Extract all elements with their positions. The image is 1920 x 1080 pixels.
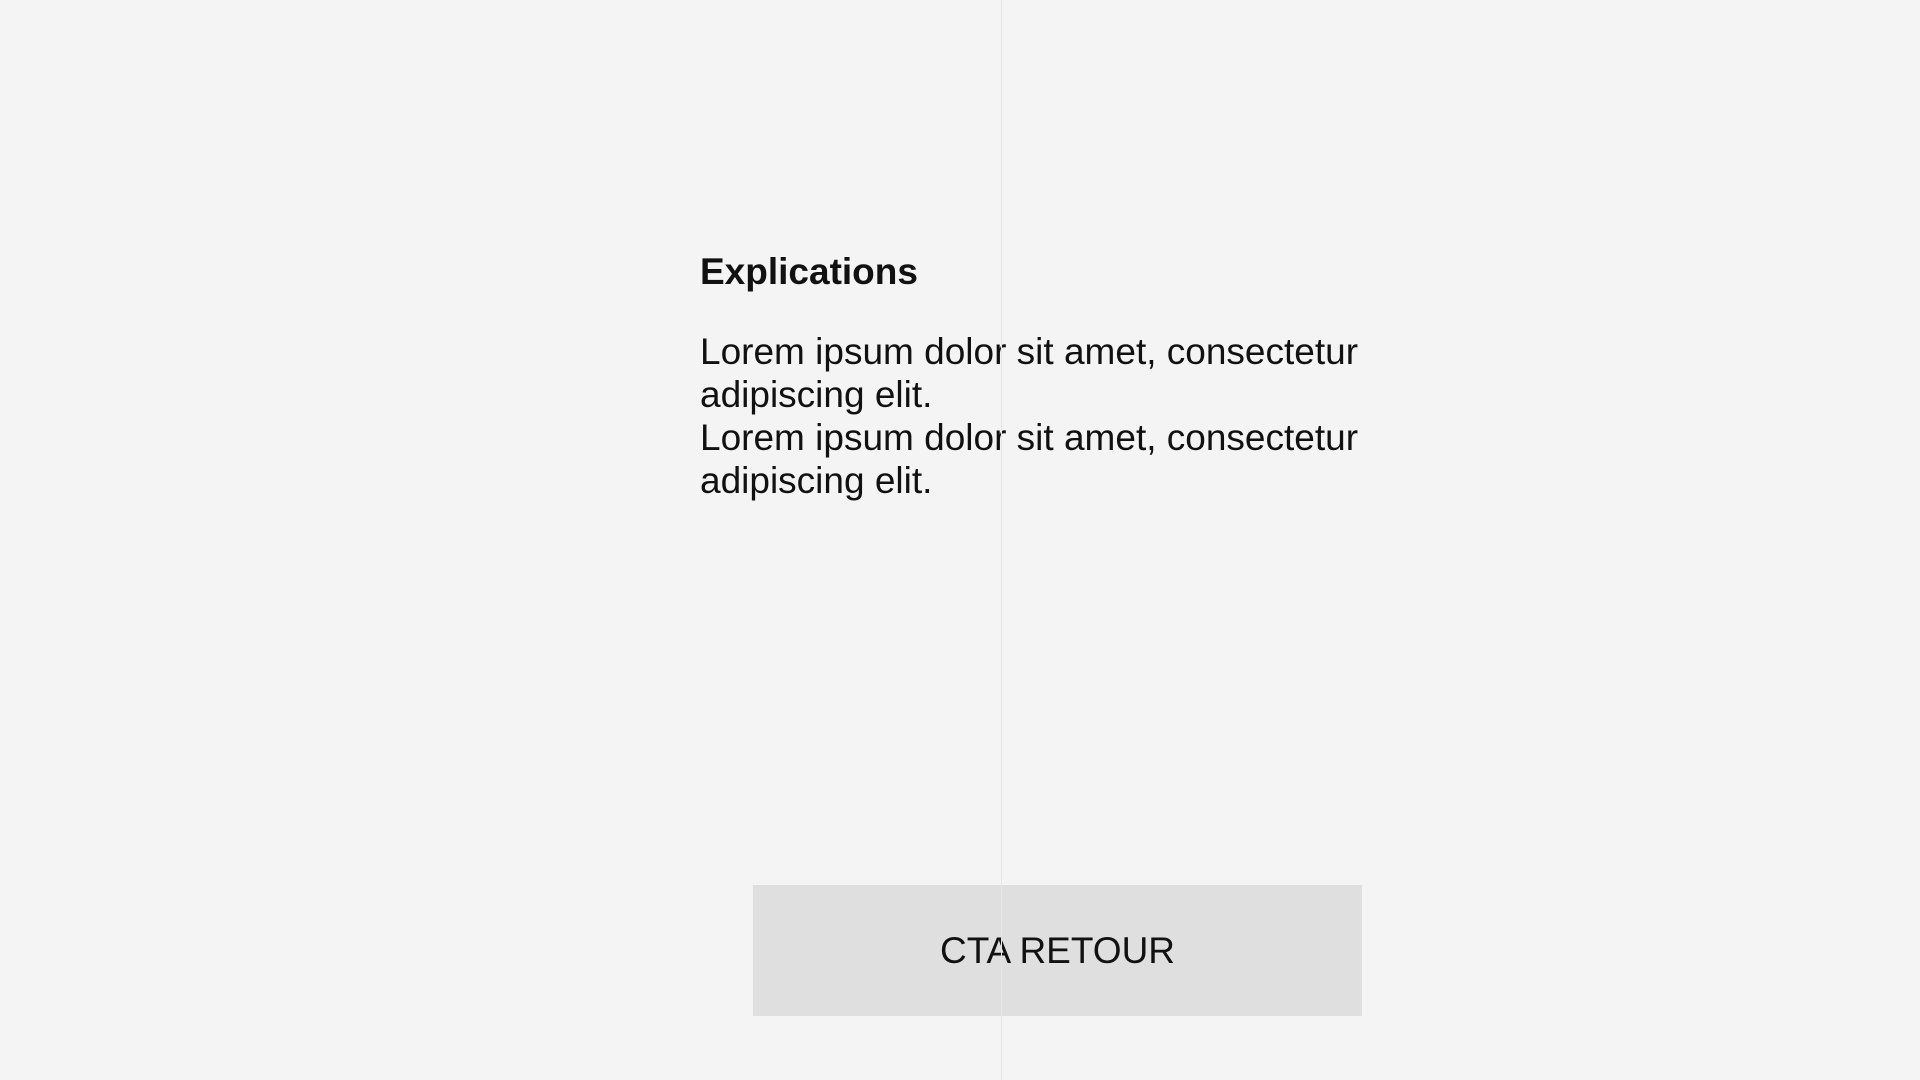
explanation-title: Explications: [700, 251, 918, 292]
explanation-paragraph-1: Lorem ipsum dolor sit amet, consectetur …: [700, 331, 1359, 415]
cta-return-button[interactable]: CTA RETOUR: [753, 885, 1362, 1016]
cta-return-label: CTA RETOUR: [939, 929, 1176, 971]
explanation-section: Explications Lorem ipsum dolor sit amet,…: [700, 248, 1420, 502]
explanation-paragraph-2: Lorem ipsum dolor sit amet, consectetur …: [700, 417, 1359, 501]
